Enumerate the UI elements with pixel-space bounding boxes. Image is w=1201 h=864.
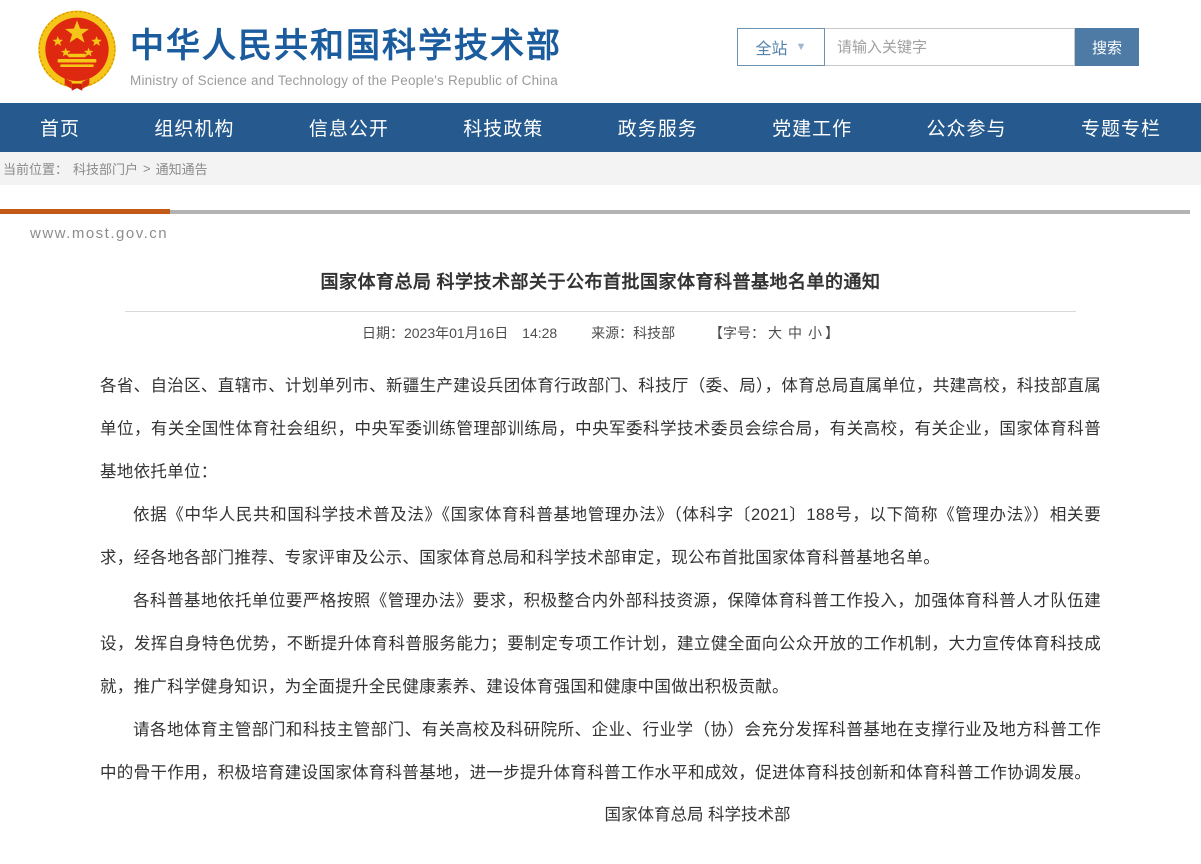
divider-gray-bar <box>170 210 1190 214</box>
nav-item-sci-policy[interactable]: 科技政策 <box>463 114 543 141</box>
fontsize-large-button[interactable]: 大 <box>768 325 782 341</box>
site-search: 全站 ▼ 搜索 <box>737 28 1139 66</box>
search-scope-label: 全站 <box>756 35 788 59</box>
article-body: 各省、自治区、直辖市、计划单列市、新疆生产建设兵团体育行政部门、科技厅（委、局）… <box>100 365 1101 795</box>
meta-source: 来源：科技部 <box>591 325 675 341</box>
nav-item-info-disclosure[interactable]: 信息公开 <box>309 114 389 141</box>
nav-item-party-building[interactable]: 党建工作 <box>772 114 852 141</box>
site-header: 中华人民共和国科学技术部 Ministry of Science and Tec… <box>0 0 1201 103</box>
nav-item-public-participation[interactable]: 公众参与 <box>927 114 1007 141</box>
site-url: www.most.gov.cn <box>30 225 1201 242</box>
meta-time-value: 14:28 <box>522 325 557 341</box>
meta-fontsize-prefix: 【字号： <box>709 325 765 341</box>
site-title: 中华人民共和国科学技术部 <box>130 18 562 67</box>
meta-date-value: 2023年01月16日 <box>404 325 508 341</box>
section-divider <box>0 209 1201 215</box>
brand-block: 中华人民共和国科学技术部 Ministry of Science and Tec… <box>130 18 562 88</box>
article: 国家体育总局 科学技术部关于公布首批国家体育科普基地名单的通知 日期：2023年… <box>0 268 1201 864</box>
paragraph-requirements: 各科普基地依托单位要严格按照《管理办法》要求，积极整合内外部科技资源，保障体育科… <box>100 580 1101 709</box>
nav-item-gov-services[interactable]: 政务服务 <box>618 114 698 141</box>
article-meta: 日期：2023年01月16日 14:28 来源：科技部 【字号：大中小】 <box>100 323 1101 343</box>
signature-issuers: 国家体育总局 科学技术部 <box>197 801 1198 825</box>
paragraph-basis: 依据《中华人民共和国科学技术普及法》《国家体育科普基地管理办法》（体科字〔202… <box>100 494 1101 580</box>
meta-source-label: 来源： <box>591 325 633 341</box>
search-scope-select[interactable]: 全站 ▼ <box>737 28 825 66</box>
divider-accent-bar <box>0 209 170 214</box>
breadcrumb: 当前位置： 科技部门户 > 通知通告 <box>0 152 1201 185</box>
meta-date-label: 日期： <box>362 325 404 341</box>
nav-item-organization[interactable]: 组织机构 <box>154 114 234 141</box>
breadcrumb-prefix: 当前位置： <box>3 159 68 178</box>
signature-block: 国家体育总局 科学技术部 2023年1月6日 <box>197 801 1198 864</box>
search-button[interactable]: 搜索 <box>1075 28 1139 66</box>
national-emblem-logo <box>33 7 121 97</box>
paragraph-call-to-action: 请各地体育主管部门和科技主管部门、有关高校及科研院所、企业、行业学（协）会充分发… <box>100 709 1101 795</box>
breadcrumb-separator: > <box>143 161 151 176</box>
nav-item-home[interactable]: 首页 <box>40 114 80 141</box>
search-input[interactable] <box>825 28 1075 66</box>
meta-fontsize-suffix: 】 <box>825 325 839 341</box>
site-subtitle: Ministry of Science and Technology of th… <box>130 73 562 88</box>
main-nav: 首页 组织机构 信息公开 科技政策 政务服务 党建工作 公众参与 专题专栏 <box>0 103 1201 152</box>
breadcrumb-root[interactable]: 科技部门户 <box>73 159 138 178</box>
title-separator <box>125 311 1076 312</box>
fontsize-medium-button[interactable]: 中 <box>788 325 802 341</box>
article-title: 国家体育总局 科学技术部关于公布首批国家体育科普基地名单的通知 <box>100 268 1101 294</box>
meta-fontsize: 【字号：大中小】 <box>709 325 839 341</box>
paragraph-addressees: 各省、自治区、直辖市、计划单列市、新疆生产建设兵团体育行政部门、科技厅（委、局）… <box>100 365 1101 494</box>
fontsize-small-button[interactable]: 小 <box>808 325 822 341</box>
breadcrumb-current[interactable]: 通知通告 <box>156 159 208 178</box>
chevron-down-icon: ▼ <box>796 41 807 53</box>
meta-date: 日期：2023年01月16日 14:28 <box>362 325 557 341</box>
nav-item-special-topics[interactable]: 专题专栏 <box>1081 114 1161 141</box>
meta-source-value: 科技部 <box>633 325 675 341</box>
